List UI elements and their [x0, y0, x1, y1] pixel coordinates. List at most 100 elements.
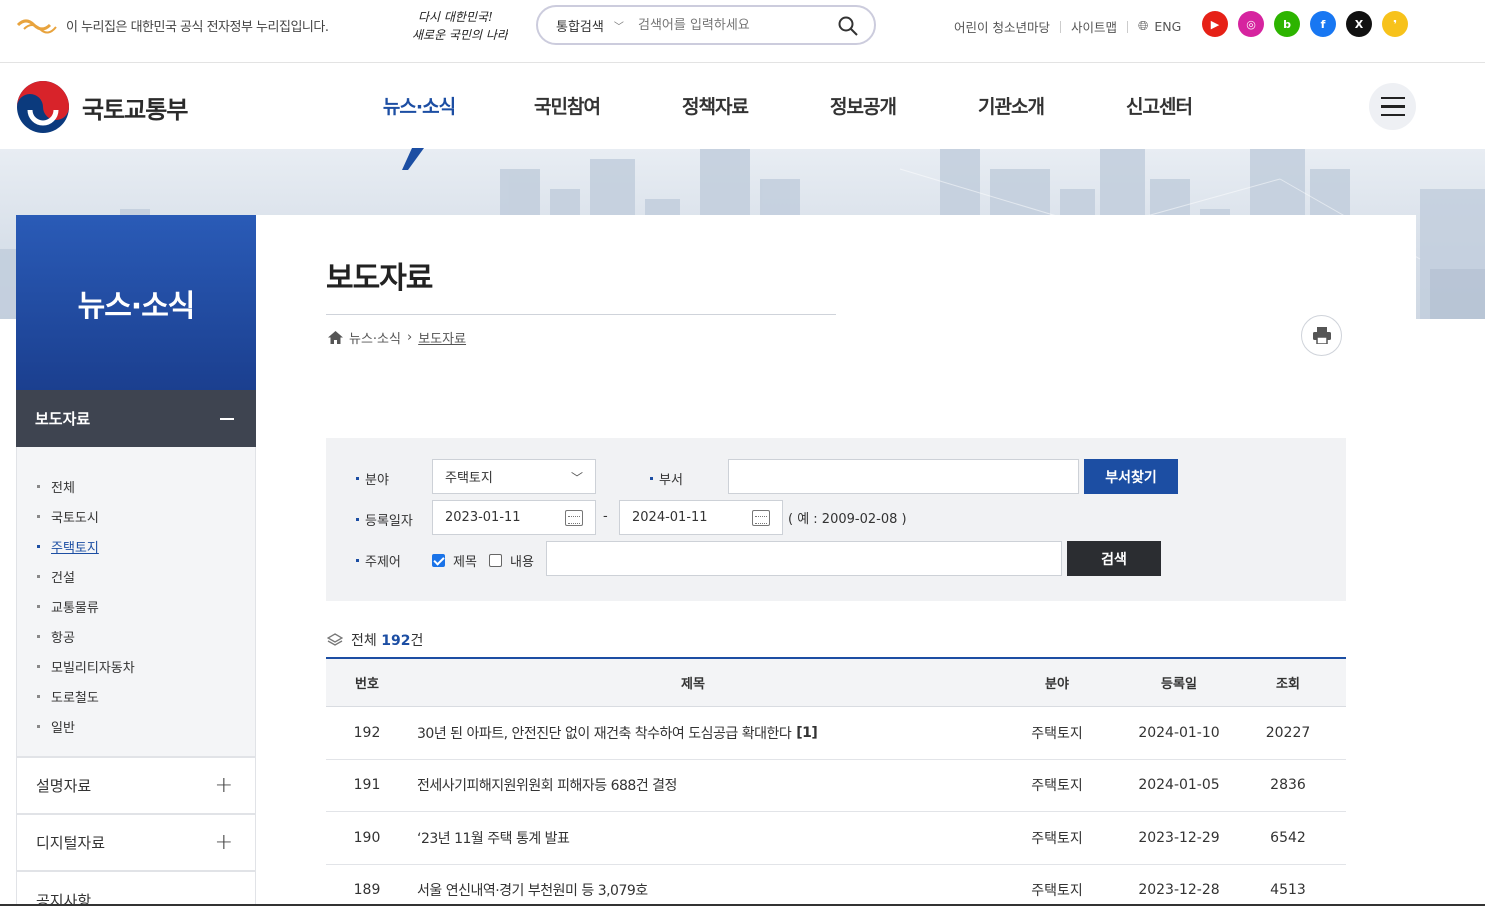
site-logo[interactable]: 국토교통부 [16, 80, 188, 134]
sidebar-group-press[interactable]: 보도자료 [16, 390, 256, 447]
sitemap-link[interactable]: 사이트맵 [1071, 17, 1117, 36]
search-icon[interactable] [838, 16, 858, 36]
row-title: 서울 연신내역·경기 부천원미 등 3,079호 [417, 883, 648, 900]
row-title-link[interactable]: 서울 연신내역·경기 부천원미 등 3,079호 [408, 865, 978, 906]
kakao-icon[interactable]: ❜ [1382, 11, 1408, 37]
title-checkbox[interactable]: 제목 [432, 551, 477, 570]
gnb-item-policy[interactable]: 정책자료 [641, 92, 789, 119]
sidebar-group-label: 보도자료 [35, 410, 91, 428]
search-button[interactable]: 검색 [1067, 541, 1161, 576]
top-utility-bar: 이 누리집은 대한민국 공식 전자정부 누리집입니다. 다시 대한민국! 새로운… [0, 0, 1485, 52]
table-header: 번호 제목 분야 등록일 조회 [326, 659, 1346, 707]
row-number: 189 [353, 882, 381, 899]
page-title: 보도자료 [326, 261, 433, 296]
gnb-item-about[interactable]: 기관소개 [937, 92, 1085, 119]
field-label: 분야 [356, 469, 389, 488]
sns-links: ▶ ◎ b f X ❜ [1202, 11, 1408, 37]
x-icon[interactable]: X [1346, 11, 1372, 37]
sidebar-group-notice[interactable]: 공지사항 [16, 871, 256, 906]
row-views: 6542 [1270, 829, 1306, 846]
breadcrumb: 뉴스·소식 › 보도자료 [328, 328, 466, 347]
find-dept-button[interactable]: 부서찾기 [1084, 459, 1178, 494]
col-number: 번호 [355, 677, 379, 692]
sidebar-sub-menu: 전체 국토도시 주택토지 건설 교통물류 항공 모빌리티자동차 도로철도 일반 [16, 447, 256, 757]
table-row[interactable]: 189 서울 연신내역·경기 부천원미 등 3,079호 주택토지 2023-12-2… [326, 865, 1346, 906]
row-field: 주택토지 [1031, 883, 1083, 900]
chevron-down-icon: ﹀ [570, 471, 583, 485]
print-button[interactable] [1301, 315, 1342, 356]
date-hint: ( 예 : 2009-02-08 ) [788, 512, 907, 527]
gov-notice: 이 누리집은 대한민국 공식 전자정부 누리집입니다. [16, 15, 329, 35]
checkbox-checked-icon[interactable] [432, 554, 445, 567]
sidebar-item-general[interactable]: 일반 [17, 711, 255, 741]
sidebar-item-housing[interactable]: 주택토지 [17, 531, 255, 561]
col-views: 조회 [1276, 677, 1300, 692]
blog-icon[interactable]: b [1274, 11, 1300, 37]
table-row[interactable]: 192 30년 된 아파트, 안전진단 없이 재건축 착수하여 도심공급 확대한다… [326, 707, 1346, 760]
date-to-value: 2024-01-11 [632, 510, 708, 525]
sidebar-item-mobility[interactable]: 모빌리티자동차 [17, 651, 255, 681]
active-menu-pointer [402, 148, 424, 170]
row-field: 주택토지 [1031, 778, 1083, 795]
sidebar-group-explain[interactable]: 설명자료 + [16, 757, 256, 814]
search-input[interactable] [638, 17, 824, 33]
all-menu-button[interactable] [1369, 83, 1416, 130]
calendar-icon[interactable] [565, 510, 583, 526]
english-link[interactable]: ENG [1154, 19, 1181, 34]
sidebar-item-logistics[interactable]: 교통물류 [17, 591, 255, 621]
total-unit: 건 [410, 633, 424, 649]
instagram-icon[interactable]: ◎ [1238, 11, 1264, 37]
row-title-link[interactable]: 전세사기피해지원위원회 피해자등 688건 결정 [408, 760, 978, 812]
dept-input[interactable] [728, 459, 1079, 494]
sidebar-item-road-rail[interactable]: 도로철도 [17, 681, 255, 711]
sidebar-group-digital[interactable]: 디지털자료 + [16, 814, 256, 871]
checkbox-unchecked-icon[interactable] [489, 554, 502, 567]
field-select[interactable]: 주택토지 ﹀ [432, 459, 596, 494]
title-divider [326, 314, 836, 315]
title-checkbox-label: 제목 [453, 555, 477, 570]
row-title-link[interactable]: ‘23년 11월 주택 통계 발표 [408, 812, 978, 864]
content-checkbox-label: 내용 [510, 555, 534, 570]
row-title-link[interactable]: 30년 된 아파트, 안전진단 없이 재건축 착수하여 도심공급 확대한다 [1] [408, 707, 978, 759]
taegeuk-logo-icon [17, 81, 69, 133]
svg-text:새로운 국민의 나라: 새로운 국민의 나라 [412, 28, 508, 42]
facebook-icon[interactable]: f [1310, 11, 1336, 37]
sidebar-title-box: 뉴스·소식 [16, 215, 256, 390]
content-checkbox[interactable]: 내용 [489, 551, 534, 570]
table-row[interactable]: 191 전세사기피해지원위원회 피해자등 688건 결정 주택토지 2024-01-0… [326, 760, 1346, 812]
total-label: 전체 [351, 633, 377, 649]
gnb-item-report[interactable]: 신고센터 [1085, 92, 1233, 119]
search-scope-select[interactable]: 통합검색 ﹀ [538, 16, 638, 35]
gnb-item-disclosure[interactable]: 정보공개 [789, 92, 937, 119]
home-icon[interactable] [328, 331, 343, 344]
gov-notice-text: 이 누리집은 대한민국 공식 전자정부 누리집입니다. [66, 19, 329, 35]
sidebar-item-construction[interactable]: 건설 [17, 561, 255, 591]
date-to-input[interactable]: 2024-01-11 [619, 500, 783, 535]
gnb-item-participation[interactable]: 국민참여 [493, 92, 641, 119]
slogan-logo: 다시 대한민국! 새로운 국민의 나라 [412, 10, 508, 42]
row-number: 190 [353, 829, 381, 846]
sidebar-item-aviation[interactable]: 항공 [17, 621, 255, 651]
expand-icon: + [214, 830, 233, 855]
dept-label: 부서 [650, 469, 683, 488]
date-separator: - [603, 509, 608, 524]
total-count: 전체 192건 [327, 630, 423, 650]
divider [1127, 20, 1128, 33]
breadcrumb-current[interactable]: 보도자료 [418, 328, 466, 347]
date-from-input[interactable]: 2023-01-11 [432, 500, 596, 535]
header-divider [0, 62, 1485, 63]
gnb-item-news[interactable]: 뉴스·소식 [345, 92, 493, 119]
row-views: 20227 [1265, 724, 1311, 741]
sidebar-item-urban[interactable]: 국토도시 [17, 501, 255, 531]
youtube-icon[interactable]: ▶ [1202, 11, 1228, 37]
table-row[interactable]: 190 ‘23년 11월 주택 통계 발표 주택토지 2023-12-29 6542 [326, 812, 1346, 865]
keyword-label: 주제어 [356, 551, 401, 570]
calendar-icon[interactable] [752, 510, 770, 526]
chevron-right-icon: › [406, 330, 413, 345]
sidebar-item-all[interactable]: 전체 [17, 471, 255, 501]
row-number: 192 [353, 724, 381, 741]
kids-link[interactable]: 어린이 청소년마당 [954, 17, 1050, 36]
breadcrumb-item[interactable]: 뉴스·소식 [349, 328, 401, 347]
row-date: 2024-01-05 [1138, 777, 1220, 794]
keyword-input[interactable] [546, 541, 1062, 576]
